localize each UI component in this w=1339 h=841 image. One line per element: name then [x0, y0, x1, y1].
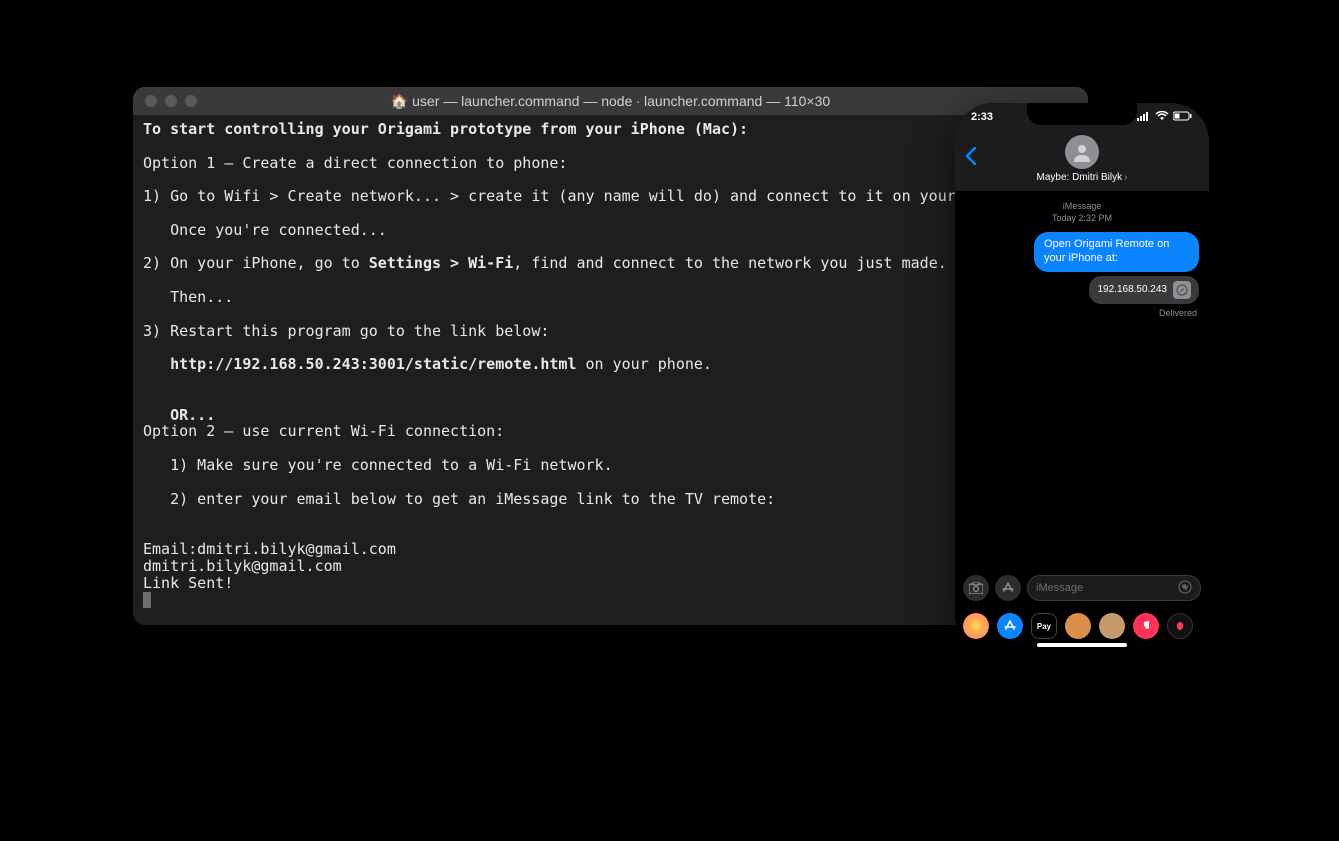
terminal-line: Option 2 — use current Wi-Fi connection: [143, 422, 504, 440]
terminal-line: 2) On your iPhone, go to [143, 254, 369, 272]
terminal-titlebar: 🏠 user — launcher.command — node ∙ launc… [133, 87, 1088, 115]
voice-memo-icon[interactable] [1178, 580, 1192, 597]
terminal-heading: To start controlling your Origami protot… [143, 120, 748, 138]
app-memoji-2[interactable] [1099, 613, 1125, 639]
message-row: 192.168.50.243 [965, 276, 1199, 304]
terminal-url: http://192.168.50.243:3001/static/remote… [143, 355, 576, 373]
imessage-placeholder: iMessage [1036, 582, 1083, 594]
zoom-button[interactable] [185, 95, 197, 107]
terminal-or: OR... [143, 406, 215, 424]
iphone-notch [1027, 103, 1137, 125]
terminal-line: , find and connect to the network you ju… [513, 254, 946, 272]
traffic-lights [145, 95, 197, 107]
battery-icon [1173, 111, 1193, 124]
terminal-window: 🏠 user — launcher.command — node ∙ launc… [133, 87, 1088, 625]
link-preview-bubble[interactable]: 192.168.50.243 [1089, 276, 1199, 304]
app-applepay[interactable]: Pay [1031, 613, 1057, 639]
close-button[interactable] [145, 95, 157, 107]
delivered-status: Delivered [965, 308, 1199, 318]
terminal-line: 1) Make sure you're connected to a Wi-Fi… [143, 456, 613, 474]
app-memoji-1[interactable] [1065, 613, 1091, 639]
terminal-line-bold: Settings > Wi-Fi [369, 254, 514, 272]
link-preview-text: 192.168.50.243 [1097, 284, 1167, 295]
terminal-line: on your phone. [576, 355, 711, 373]
camera-button[interactable] [963, 575, 989, 601]
home-indicator[interactable] [1037, 643, 1127, 647]
message-input-row: iMessage [955, 569, 1209, 607]
app-music[interactable] [1133, 613, 1159, 639]
terminal-body[interactable]: To start controlling your Origami protot… [133, 115, 1088, 618]
thread-time: Today 2:32 PM [965, 213, 1199, 225]
contact-name-row[interactable]: Maybe: Dmitri Bilyk› [965, 172, 1199, 183]
thread-timestamp: iMessage Today 2:32 PM [965, 201, 1199, 224]
status-icons [1137, 111, 1193, 124]
terminal-line: 1) Go to Wifi > Create network... > crea… [143, 187, 1001, 205]
terminal-email-echo: dmitri.bilyk@gmail.com [143, 557, 342, 575]
back-button[interactable] [965, 145, 977, 171]
app-photos[interactable] [963, 613, 989, 639]
iphone-frame: 2:33 Maybe: Dmitri Bilyk› iMessage Today [955, 103, 1209, 651]
status-time: 2:33 [971, 111, 993, 123]
message-row: Open Origami Remote on your iPhone at: [965, 232, 1199, 272]
minimize-button[interactable] [165, 95, 177, 107]
appstore-apps-button[interactable] [995, 575, 1021, 601]
terminal-email-prompt: Email:dmitri.bilyk@gmail.com [143, 540, 396, 558]
message-thread[interactable]: iMessage Today 2:32 PM Open Origami Remo… [955, 191, 1209, 571]
terminal-line: Once you're connected... [143, 221, 387, 239]
imessage-app-strip[interactable]: Pay [955, 613, 1209, 639]
safari-icon [1173, 281, 1191, 299]
terminal-line: 2) enter your email below to get an iMes… [143, 490, 775, 508]
messages-nav: Maybe: Dmitri Bilyk› [955, 131, 1209, 191]
terminal-line: Then... [143, 288, 233, 306]
cellular-icon [1137, 111, 1151, 124]
terminal-cursor [143, 592, 151, 608]
thread-service: iMessage [965, 201, 1199, 213]
chevron-right-icon: › [1124, 172, 1127, 183]
sent-message-bubble[interactable]: Open Origami Remote on your iPhone at: [1034, 232, 1199, 272]
terminal-link-sent: Link Sent! [143, 574, 233, 592]
wifi-icon [1155, 111, 1169, 124]
terminal-line: Option 1 — Create a direct connection to… [143, 154, 567, 172]
terminal-line: 3) Restart this program go to the link b… [143, 322, 549, 340]
contact-name: Maybe: Dmitri Bilyk [1037, 172, 1123, 183]
terminal-title: 🏠 user — launcher.command — node ∙ launc… [133, 93, 1088, 110]
app-appstore[interactable] [997, 613, 1023, 639]
app-extra[interactable] [1167, 613, 1193, 639]
imessage-input[interactable]: iMessage [1027, 575, 1201, 601]
contact-avatar[interactable] [1065, 135, 1099, 169]
